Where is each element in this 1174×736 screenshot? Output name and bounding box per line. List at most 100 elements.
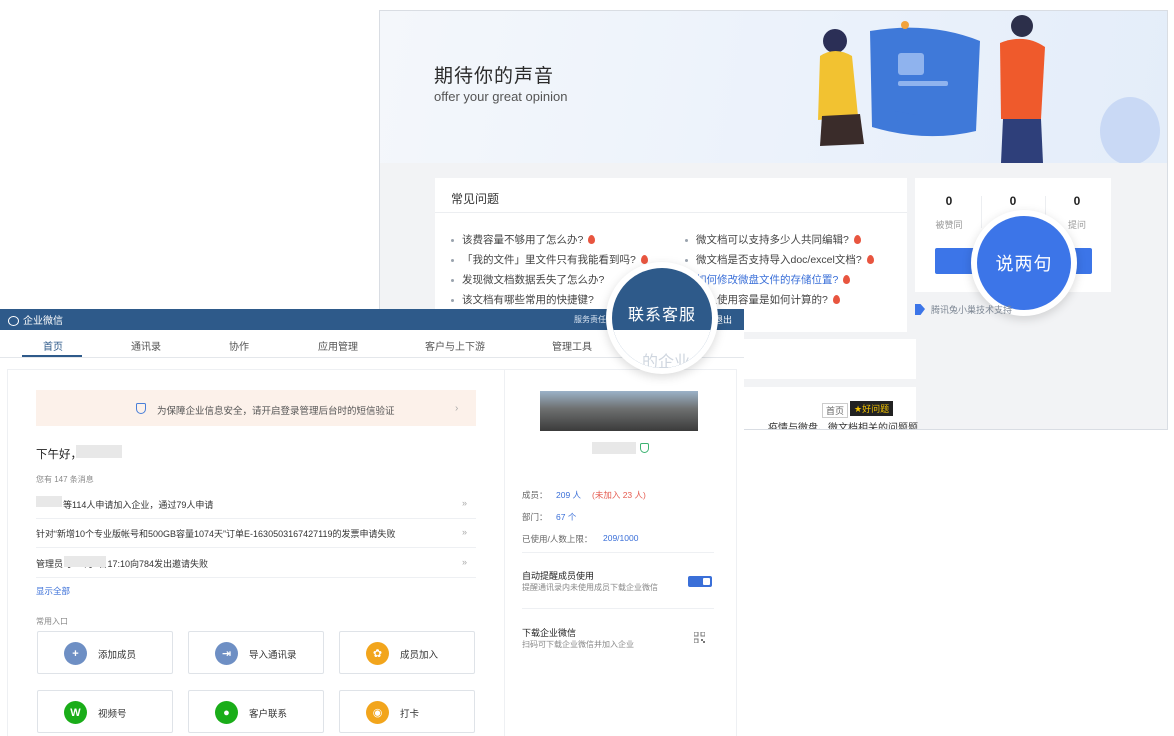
- faq-link-text: 微文档是否支持导入doc/excel文档?: [696, 254, 862, 266]
- tab-customers[interactable]: 客户与上下游: [425, 338, 485, 353]
- faq-link-text: 微文档可以支持多少人共同编辑?: [696, 234, 849, 246]
- message-divider: [36, 518, 476, 519]
- leaf-shape: [1100, 97, 1160, 163]
- chevron-right-icon: ›: [455, 403, 459, 414]
- departments-value[interactable]: 67 个: [556, 511, 576, 523]
- entry-label: 视频号: [98, 709, 127, 720]
- wechat-icon: ●: [215, 701, 238, 724]
- message-item[interactable]: 管理员 于12月2日17:10向784发出邀请失败: [36, 557, 208, 570]
- man-body: [1000, 38, 1045, 119]
- faq-link[interactable]: 微文档可以支持多少人共同编辑?: [685, 232, 861, 247]
- double-chevron-icon: »: [462, 557, 468, 567]
- message-divider: [36, 547, 476, 548]
- entry-member-join[interactable]: ✿ 成员加入: [339, 631, 475, 674]
- man-head: [1011, 15, 1033, 37]
- seat-usage-label: 已使用/人数上限：: [522, 534, 593, 544]
- tab-collaboration[interactable]: 协作: [229, 338, 249, 353]
- support-text: 腾讯兔小巢技术支持: [931, 305, 1013, 315]
- doc-line: [898, 81, 948, 86]
- stat-value: 0: [1073, 194, 1081, 208]
- faq-link[interactable]: 发现微文档数据丢失了怎么办?: [451, 272, 604, 287]
- tab-apps[interactable]: 应用管理: [318, 338, 358, 353]
- entry-label: 客户联系: [249, 709, 288, 720]
- entry-customer-contact[interactable]: ● 客户联系: [188, 690, 324, 733]
- stat-value: 0: [945, 194, 953, 208]
- bullet-icon: [451, 278, 454, 282]
- support-credit[interactable]: 腾讯兔小巢技术支持: [915, 303, 1012, 316]
- entry-label: 成员加入: [400, 650, 439, 661]
- news-tag-good-question: ★好问题: [850, 401, 894, 416]
- faq-link[interactable]: 该文档有哪些常用的快捷键?: [451, 292, 594, 307]
- active-tab-indicator: [22, 355, 82, 357]
- message-divider: [36, 577, 476, 578]
- redacted-org-name: [592, 442, 636, 454]
- location-icon: ◉: [366, 701, 389, 724]
- doc-shape: [898, 53, 924, 75]
- company-photo[interactable]: [540, 391, 698, 431]
- redacted-name: [64, 556, 106, 567]
- txc-logo-icon: [915, 304, 925, 315]
- unjoined-count[interactable]: (未加入 23 人): [592, 489, 646, 501]
- redacted-name: [76, 445, 122, 458]
- hot-fire-icon: [640, 255, 648, 264]
- auto-remind-title: 自动提醒成员使用: [522, 571, 595, 581]
- departments-label: 部门：: [522, 512, 548, 522]
- entry-channels[interactable]: W 视频号: [37, 690, 173, 733]
- hero-subtitle: offer your great opinion: [434, 89, 568, 104]
- hot-fire-icon: [832, 295, 840, 304]
- message-item[interactable]: 针对“新增10个专业版帐号和500GB容量1074天”订单E-163050316…: [36, 527, 395, 540]
- faq-divider: [435, 212, 907, 213]
- bullet-icon: [685, 258, 688, 262]
- message-item[interactable]: 等114人申请加入企业，通过79人申请: [63, 498, 213, 511]
- faq-link[interactable]: 该费容量不够用了怎么办?: [451, 232, 596, 247]
- brand-logo[interactable]: 企业微信: [8, 312, 63, 327]
- verified-shield-icon: [640, 443, 649, 453]
- panel-divider: [504, 370, 505, 736]
- hero-illustration: [818, 15, 1160, 163]
- customer-service-button[interactable]: 联系客服 的企业: [612, 268, 712, 368]
- tab-tools[interactable]: 管理工具: [552, 338, 592, 353]
- entry-checkin[interactable]: ◉ 打卡: [339, 690, 475, 733]
- man-legs: [1001, 119, 1043, 163]
- download-desc: 扫码可下载企业微信并加入企业: [522, 640, 634, 649]
- message-count: 您有 147 条消息: [36, 475, 94, 484]
- hot-fire-icon: [853, 235, 861, 244]
- auto-remind-toggle[interactable]: [688, 576, 712, 587]
- qr-code-icon[interactable]: [694, 632, 705, 643]
- download-title: 下载企业微信: [522, 628, 577, 638]
- entry-label: 导入通讯录: [249, 650, 297, 661]
- panel-divider: [522, 608, 714, 609]
- members-value[interactable]: 209 人: [556, 489, 581, 501]
- faq-link-text: 个人使用容量是如何计算的?: [696, 294, 828, 306]
- members-label: 成员：: [522, 490, 548, 500]
- tab-home[interactable]: 首页: [43, 338, 63, 353]
- redacted-name: [36, 496, 62, 507]
- faq-link[interactable]: 微文档是否支持导入doc/excel文档?: [685, 252, 874, 267]
- wecom-admin-window: 企业微信 服务责任书 退出 首页 通讯录 协作 应用管理 客户与上下游 管理工具…: [0, 309, 744, 736]
- news-card: [715, 339, 916, 379]
- entry-add-member[interactable]: + 添加成员: [37, 631, 173, 674]
- double-chevron-icon: »: [462, 527, 468, 537]
- faq-link[interactable]: 如何修改微盘文件的存储位置?: [685, 272, 851, 287]
- exit-link[interactable]: 退出: [714, 313, 732, 326]
- hot-fire-icon: [866, 255, 874, 264]
- double-chevron-icon: »: [462, 498, 468, 508]
- entry-import-contacts[interactable]: ⇥ 导入通讯录: [188, 631, 324, 674]
- news-title[interactable]: 疫情与微盘、微文档相关的问题题: [768, 419, 918, 429]
- seat-usage-value: 209/1000: [603, 533, 639, 543]
- import-icon: ⇥: [215, 642, 238, 665]
- say-button[interactable]: 说两句: [977, 216, 1071, 310]
- show-all-link[interactable]: 显示全部: [36, 585, 70, 597]
- stat-value: 0: [1009, 194, 1017, 208]
- service-link[interactable]: 服务责任书: [574, 314, 614, 325]
- faq-link-text: 「我的文件」里文件只有我能看到吗?: [462, 254, 636, 266]
- woman-body: [818, 51, 858, 120]
- hot-fire-icon: [588, 235, 596, 244]
- faq-link-text: 该费容量不够用了怎么办?: [462, 234, 584, 246]
- brand-name: 企业微信: [23, 316, 63, 327]
- news-tag-text: 好问题: [862, 404, 890, 414]
- entries-title: 常用入口: [36, 617, 68, 626]
- faq-link[interactable]: 「我的文件」里文件只有我能看到吗?: [451, 252, 648, 267]
- bullet-icon: [451, 238, 454, 242]
- tab-contacts[interactable]: 通讯录: [131, 338, 161, 353]
